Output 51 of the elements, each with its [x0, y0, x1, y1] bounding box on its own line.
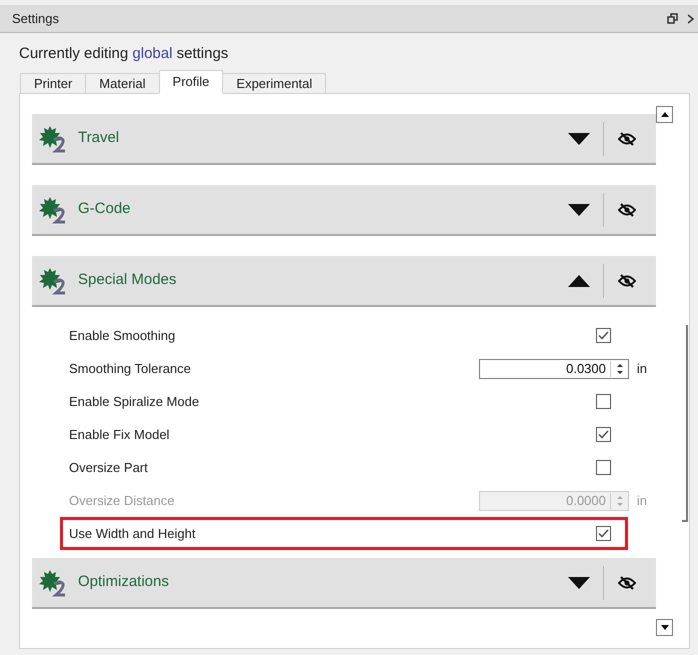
- checkbox[interactable]: [596, 526, 611, 541]
- checkbox[interactable]: [596, 328, 611, 343]
- setting-label: Oversize Distance: [69, 492, 174, 510]
- leaf-logo-icon: [38, 194, 68, 224]
- scroll-up-button[interactable]: [656, 106, 673, 123]
- tab[interactable]: Printer: [20, 73, 86, 94]
- tab[interactable]: Experimental: [222, 73, 326, 94]
- down-arrow-icon: [660, 625, 668, 630]
- window-title: Settings: [12, 10, 59, 28]
- unit-label: in: [636, 360, 647, 378]
- number-value: 0.0300: [566, 360, 606, 378]
- check-icon: [598, 430, 609, 439]
- leaf-logo-icon: [38, 568, 68, 598]
- section-title: G-Code: [78, 199, 132, 220]
- expand-triangle-icon[interactable]: [568, 204, 590, 216]
- collapse-triangle-icon[interactable]: [568, 274, 590, 286]
- section-title: Special Modes: [78, 270, 178, 290]
- spinner-arrows-icon[interactable]: [614, 362, 625, 376]
- section-title: Travel: [78, 128, 120, 148]
- expand-triangle-icon[interactable]: [568, 132, 590, 144]
- check-icon: [598, 529, 609, 538]
- leaf-logo-icon: [38, 124, 68, 154]
- expand-triangle-icon[interactable]: [568, 576, 590, 588]
- unit-label: in: [636, 492, 647, 510]
- scroll-down-button[interactable]: [656, 619, 673, 636]
- number-value: 0.0000: [566, 492, 606, 510]
- leaf-logo-icon: [38, 266, 68, 296]
- hidden-eye-icon[interactable]: [618, 274, 636, 288]
- setting-label: Enable Fix Model: [69, 426, 170, 444]
- setting-label: Enable Spiralize Mode: [69, 392, 200, 411]
- section-header[interactable]: Optimizations: [32, 558, 656, 609]
- number-field[interactable]: 0.0300: [478, 358, 629, 378]
- editing-scope-text: Currently editing global settings: [19, 45, 228, 62]
- section-title: Optimizations: [78, 572, 170, 592]
- section-header[interactable]: G-Code: [32, 185, 656, 236]
- restore-icon[interactable]: [667, 13, 678, 24]
- checkbox[interactable]: [596, 394, 611, 409]
- check-icon: [598, 331, 609, 340]
- section-header[interactable]: Travel: [32, 114, 656, 165]
- setting-label: Smoothing Tolerance: [69, 360, 191, 378]
- hidden-eye-icon[interactable]: [618, 132, 636, 146]
- hidden-eye-icon[interactable]: [618, 202, 636, 216]
- tab[interactable]: Profile: [158, 70, 224, 94]
- checkbox[interactable]: [596, 427, 611, 442]
- setting-label: Enable Smoothing: [69, 326, 176, 345]
- checkbox[interactable]: [596, 460, 611, 475]
- section-header[interactable]: Special Modes: [32, 256, 656, 307]
- setting-label: Oversize Part: [69, 458, 148, 477]
- setting-label: Use Width and Height: [69, 524, 196, 543]
- up-arrow-icon: [660, 112, 668, 117]
- hidden-eye-icon[interactable]: [618, 576, 636, 590]
